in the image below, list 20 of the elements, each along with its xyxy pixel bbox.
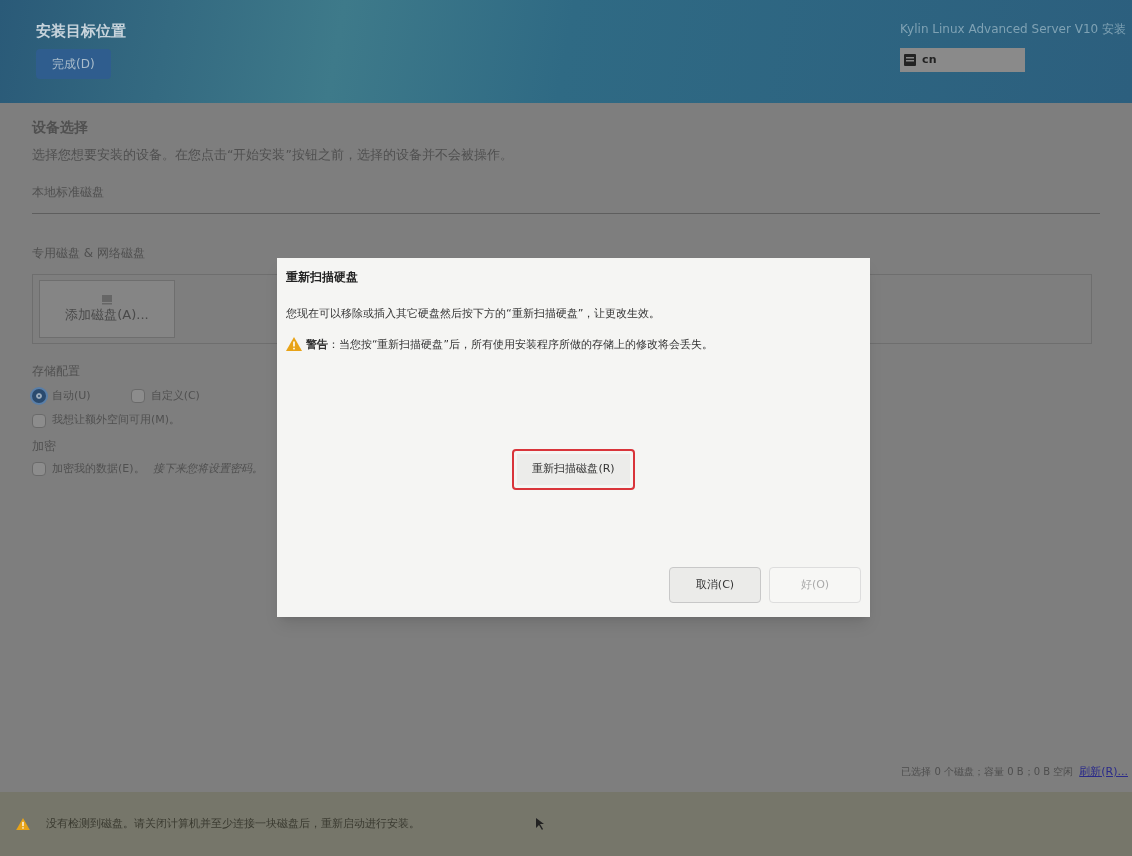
- done-button[interactable]: 完成(D): [36, 48, 111, 79]
- keyboard-icon: [904, 54, 917, 66]
- keyboard-layout-label: cn: [922, 51, 937, 68]
- rescan-disks-button[interactable]: 重新扫描磁盘(R): [512, 449, 635, 490]
- radio-button[interactable]: [32, 389, 46, 403]
- refresh-link[interactable]: 刷新(R)...: [1079, 763, 1128, 780]
- dialog-message: 您现在可以移除或插入其它硬盘然后按下方的“重新扫描硬盘”，让更改生效。: [286, 306, 662, 322]
- checkbox[interactable]: [32, 413, 46, 428]
- keyboard-layout-indicator[interactable]: cn: [900, 48, 1026, 72]
- warning-icon: [16, 818, 30, 830]
- product-title: Kylin Linux Advanced Server V10 安装: [900, 21, 1126, 38]
- dialog-title: 重新扫描硬盘: [286, 269, 359, 286]
- dialog-button[interactable]: 取消(C): [669, 567, 761, 603]
- add-disk-button[interactable]: 添加磁盘(A)...: [39, 279, 175, 338]
- mouse-cursor-icon: [536, 818, 544, 830]
- checkbox[interactable]: [130, 389, 145, 403]
- warning-icon: [286, 337, 302, 352]
- warning-message: 警告：当您按“重新扫描硬盘”后，所有使用安装程序所做的存储上的修改将会丢失。: [306, 336, 713, 352]
- checkbox[interactable]: [32, 462, 46, 476]
- page-title: 安装目标位置: [36, 21, 126, 42]
